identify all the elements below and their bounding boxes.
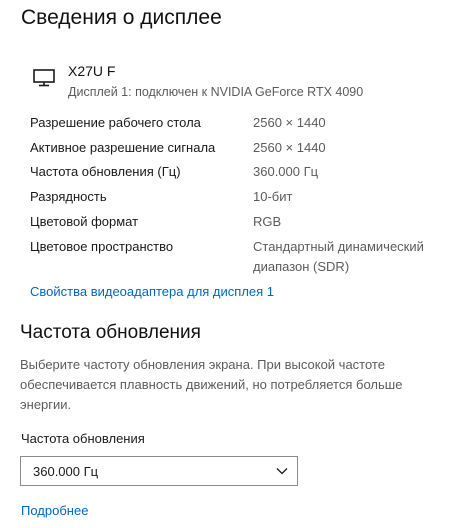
monitor-connection: Дисплей 1: подключен к NVIDIA GeForce RT… — [68, 85, 364, 99]
info-value: 2560 × 1440 — [253, 140, 326, 155]
refresh-rate-dropdown[interactable]: 360.000 Гц — [20, 456, 298, 486]
info-value-line1: Стандартный динамический — [253, 239, 424, 254]
info-value: RGB — [253, 214, 282, 229]
info-label: Частота обновления (Гц) — [30, 164, 181, 179]
info-label: Активное разрешение сигнала — [30, 140, 216, 155]
info-label: Разрешение рабочего стола — [30, 115, 201, 130]
monitor-name: X27U F — [68, 63, 116, 79]
page-title: Сведения о дисплее — [21, 6, 222, 29]
info-value: 10-бит — [253, 189, 293, 204]
info-label: Разрядность — [30, 189, 107, 204]
chevron-down-icon — [276, 468, 288, 475]
info-value-line2: диапазон (SDR) — [253, 259, 350, 274]
display-info-page: Сведения о дисплее X27U F Дисплей 1: под… — [0, 0, 468, 528]
learn-more-link[interactable]: Подробнее — [21, 503, 88, 518]
info-value: 2560 × 1440 — [253, 115, 326, 130]
info-value: 360.000 Гц — [253, 164, 319, 179]
info-label: Цветовое пространство — [30, 239, 174, 254]
info-label: Цветовой формат — [30, 214, 139, 229]
refresh-rate-heading: Частота обновления — [20, 322, 201, 343]
monitor-icon — [33, 69, 55, 87]
refresh-rate-description: Выберите частоту обновления экрана. При … — [20, 357, 403, 412]
refresh-rate-field-label: Частота обновления — [21, 431, 145, 446]
refresh-rate-selected-value: 360.000 Гц — [33, 464, 99, 479]
adapter-properties-link[interactable]: Свойства видеоадаптера для дисплея 1 — [30, 284, 274, 299]
